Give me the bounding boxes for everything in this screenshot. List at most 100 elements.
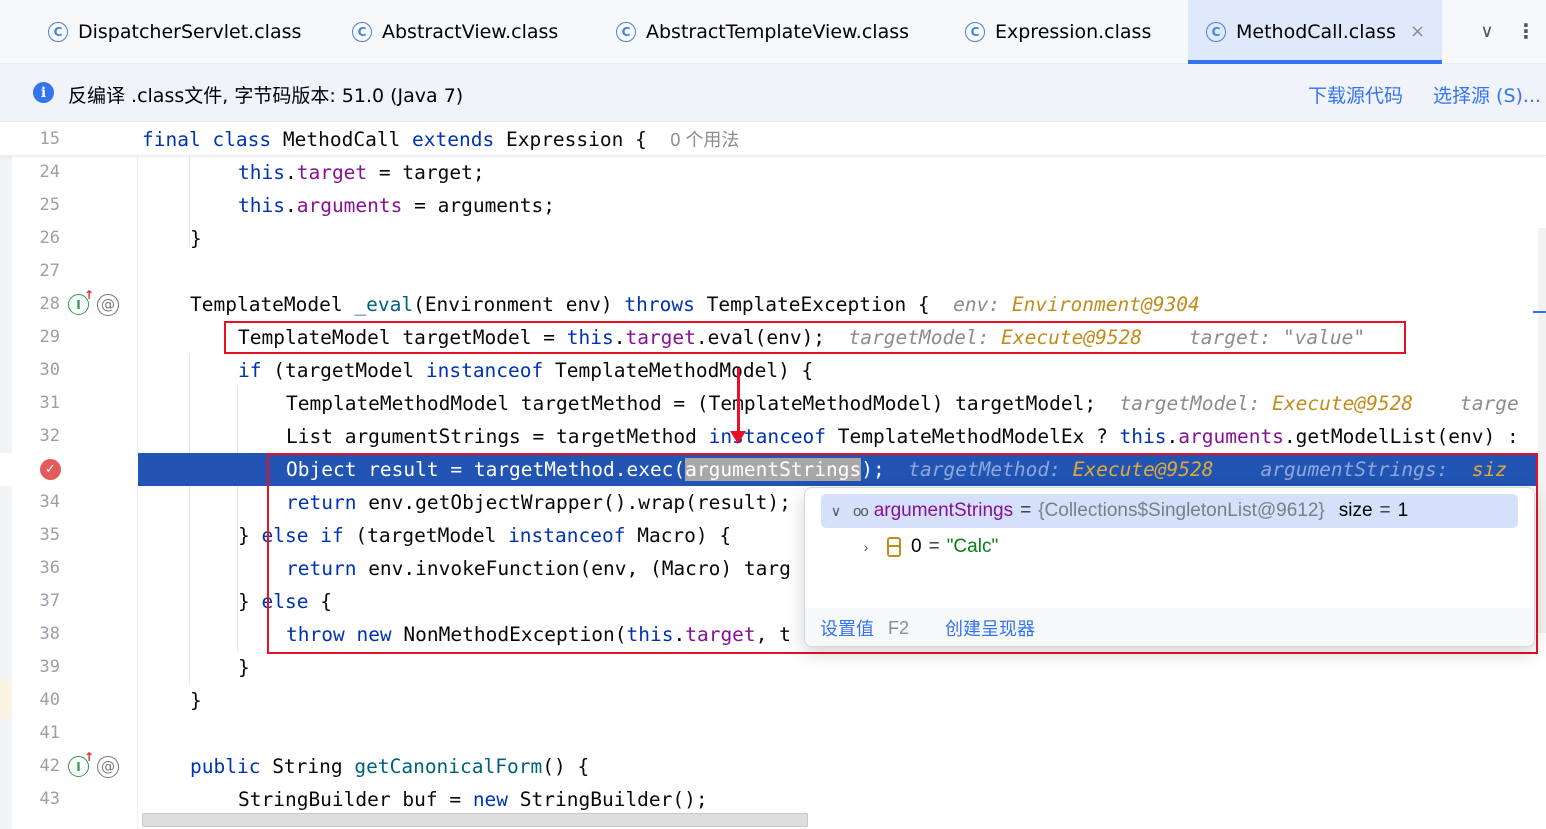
line-number: 29 <box>39 327 60 347</box>
code-text: } <box>190 689 202 712</box>
code-text: this.arguments = arguments; <box>238 194 556 217</box>
decompiled-info-banner: i 反编译 .class文件, 字节码版本: 51.0 (Java 7) 下载源… <box>0 64 1546 122</box>
class-icon: C <box>965 21 985 42</box>
annotation-box-line-29 <box>224 321 1406 354</box>
code-text: final class MethodCall extends Expressio… <box>142 128 740 151</box>
equals-sign: = <box>1020 500 1032 521</box>
class-icon: C <box>616 21 636 42</box>
annotation-icon[interactable]: @ <box>97 755 119 778</box>
annotation-arrow-head <box>730 431 746 444</box>
code-line-41[interactable]: 41 <box>0 717 1546 750</box>
line-number: 41 <box>39 723 60 743</box>
line-number: 30 <box>39 360 60 380</box>
inline-debug-hint: env: <box>953 293 1012 316</box>
code-line-25[interactable]: 25 this.arguments = arguments; <box>0 189 1546 222</box>
choose-sources-link[interactable]: 选择源 (S)... <box>1433 81 1541 108</box>
tab-label: AbstractView.class <box>382 20 559 43</box>
usages-hint[interactable]: 0 个用法 <box>670 130 739 150</box>
code-line-28[interactable]: 28 I @ TemplateModel _eval(Environment e… <box>0 288 1546 321</box>
code-text: public String getCanonicalForm() { <box>190 755 590 778</box>
popup-tree-row-argumentstrings[interactable]: ∨ oo argumentStrings = {Collections$Sing… <box>821 494 1518 528</box>
size-value: 1 <box>1397 500 1409 521</box>
class-icon: C <box>1206 21 1226 42</box>
equals-sign: = <box>928 536 940 557</box>
code-line-42[interactable]: 42 I @ public String getCanonicalForm() … <box>0 750 1546 783</box>
code-line-32[interactable]: 32 List argumentStrings = targetMethod i… <box>0 420 1546 453</box>
line-number: 36 <box>39 558 60 578</box>
inline-debug-hint: targe <box>1460 392 1519 415</box>
variable-name: argumentStrings <box>873 500 1014 521</box>
code-line-40[interactable]: 40 } <box>0 684 1546 717</box>
code-text: List argumentStrings = targetMethod inst… <box>286 425 1519 448</box>
line-number: 31 <box>39 393 60 413</box>
vertical-scrollbar[interactable] <box>1538 228 1546 633</box>
tab-expression[interactable]: C Expression.class <box>945 0 1165 63</box>
inline-debug-hint: targetModel: <box>1119 392 1273 415</box>
line-number: 25 <box>39 195 60 215</box>
more-vertical-icon[interactable]: ⋮ <box>1516 18 1536 44</box>
set-value-shortcut: F2 <box>888 617 910 638</box>
line-number: 43 <box>39 789 60 809</box>
banner-message: 反编译 .class文件, 字节码版本: 51.0 (Java 7) <box>68 85 464 107</box>
line-number: 40 <box>39 690 60 710</box>
code-line-26[interactable]: 26 } <box>0 222 1546 255</box>
code-editor[interactable]: 15 final class MethodCall extends Expres… <box>0 123 1546 829</box>
tab-methodcall[interactable]: C MethodCall.class × <box>1188 0 1442 64</box>
line-number: 27 <box>39 261 60 281</box>
debug-value-popup[interactable]: ∨ oo argumentStrings = {Collections$Sing… <box>804 487 1535 647</box>
close-icon[interactable]: × <box>1410 21 1425 42</box>
horizontal-scrollbar[interactable] <box>142 813 808 827</box>
tab-dispatcherservlet[interactable]: C DispatcherServlet.class <box>28 0 318 63</box>
line-number: 37 <box>39 591 60 611</box>
line-number: 28 <box>39 294 60 314</box>
chevron-down-icon[interactable]: ∨ <box>825 503 847 520</box>
inline-debug-value: Execute@9528 <box>1272 392 1414 415</box>
gutter-icons: I @ <box>68 750 119 779</box>
line-number: 24 <box>39 162 60 182</box>
chevron-down-icon[interactable]: ∨ <box>1476 18 1498 44</box>
tab-label: Expression.class <box>995 20 1152 43</box>
download-sources-link[interactable]: 下载源代码 <box>1308 81 1403 108</box>
chevron-right-icon[interactable]: › <box>855 539 877 555</box>
line-number: 26 <box>39 228 60 248</box>
create-renderer-link[interactable]: 创建呈现器 <box>945 615 1035 641</box>
annotation-icon[interactable]: @ <box>97 293 119 316</box>
set-value-link[interactable]: 设置值 <box>820 615 874 641</box>
popup-tree-row-element-0[interactable]: › 0 = "Calc" <box>821 530 1518 564</box>
gutter-icons: I @ <box>68 288 119 317</box>
gutter-background <box>0 453 138 486</box>
code-line-15[interactable]: 15 final class MethodCall extends Expres… <box>0 123 1546 156</box>
popup-footer: 设置值 F2 创建呈现器 <box>805 608 1534 646</box>
code-line-39[interactable]: 39 } <box>0 651 1546 684</box>
glasses-icon: oo <box>853 502 869 520</box>
annotation-arrow <box>737 368 740 438</box>
scrollbar-position-marker <box>1533 311 1546 313</box>
class-icon: C <box>352 21 372 42</box>
tab-abstractview[interactable]: C AbstractView.class <box>332 0 572 63</box>
code-line-31[interactable]: 31 TemplateMethodModel targetMethod = (T… <box>0 387 1546 420</box>
code-line-24[interactable]: 24 this.target = target; <box>0 156 1546 189</box>
line-number: 15 <box>39 129 60 149</box>
equals-sign: = <box>1379 500 1391 521</box>
tab-abstracttemplateview[interactable]: C AbstractTemplateView.class <box>596 0 936 63</box>
line-number: 38 <box>39 624 60 644</box>
line-number: 42 <box>39 756 60 776</box>
implementing-method-icon[interactable]: I <box>68 750 94 777</box>
code-line-30[interactable]: 30 if (targetModel instanceof TemplateMe… <box>0 354 1546 387</box>
line-number: 32 <box>39 426 60 446</box>
line-number: 34 <box>39 492 60 512</box>
line-number: 35 <box>39 525 60 545</box>
implementing-method-icon[interactable]: I <box>68 288 94 315</box>
code-text: TemplateModel _eval(Environment env) thr… <box>190 293 1200 316</box>
size-label: size <box>1338 500 1373 521</box>
code-text: StringBuilder buf = new StringBuilder(); <box>238 788 708 811</box>
element-index: 0 <box>911 536 922 557</box>
tab-label: MethodCall.class <box>1236 20 1396 43</box>
code-line-43[interactable]: 43 StringBuilder buf = new StringBuilder… <box>0 783 1546 816</box>
code-text: TemplateMethodModel targetMethod = (Temp… <box>286 392 1519 415</box>
code-line-27[interactable]: 27 <box>0 255 1546 288</box>
inline-debug-value: Environment@9304 <box>1011 293 1200 316</box>
code-text: } <box>238 656 250 679</box>
editor-tab-bar: C DispatcherServlet.class C AbstractView… <box>0 0 1546 64</box>
breakpoint-icon[interactable]: ✓ <box>40 459 61 480</box>
